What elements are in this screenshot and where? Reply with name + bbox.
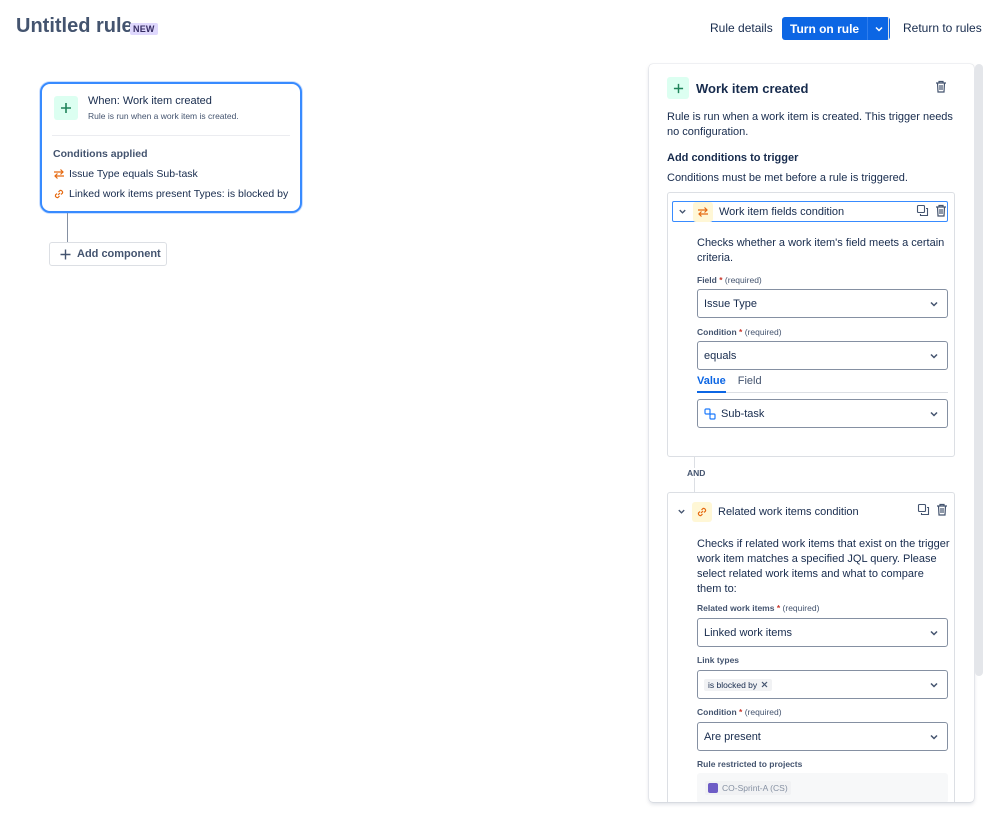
chevron-down-icon (930, 630, 938, 636)
tab-value[interactable]: Value (697, 375, 726, 393)
plus-icon (60, 249, 71, 259)
config-panel: Work item created Rule is run when a wor… (649, 64, 974, 802)
flow-connector (67, 213, 68, 243)
value-select[interactable]: Sub-task (697, 399, 948, 428)
panel-scrollbar[interactable] (975, 64, 983, 676)
copy-icon[interactable] (916, 204, 929, 217)
condition-summary-text: Linked work items present Types: is bloc… (69, 188, 289, 200)
link-types-label: Link types (697, 655, 740, 665)
chevron-down-icon (930, 682, 938, 688)
condition-actions (916, 204, 947, 217)
return-to-rules-button[interactable]: Return to rules (899, 16, 986, 40)
chevron-down-icon (930, 301, 938, 307)
subtask-icon (704, 407, 716, 420)
project-chip: CO-Sprint-A (CS) (705, 781, 791, 795)
condition-select[interactable]: equals (697, 341, 948, 370)
link-types-select[interactable]: is blocked by (697, 670, 948, 699)
value-field-tabs: Value Field (697, 375, 948, 393)
related-select-value: Linked work items (704, 626, 793, 639)
tab-field[interactable]: Field (738, 375, 762, 393)
related-work-items-select[interactable]: Linked work items (697, 618, 948, 647)
add-component-button[interactable]: Add component (49, 242, 167, 266)
field-select[interactable]: Issue Type (697, 289, 948, 318)
condition-summary-text: Issue Type equals Sub-task (69, 168, 198, 180)
condition-select-value: Are present (704, 730, 761, 743)
link-icon (692, 501, 712, 522)
swap-arrows-icon (54, 169, 64, 179)
restricted-projects-field: CO-Sprint-A (CS) (697, 773, 948, 802)
condition-title: Related work items condition (718, 505, 859, 518)
rule-details-button[interactable]: Rule details (706, 16, 777, 40)
chevron-down-icon[interactable] (673, 207, 691, 216)
condition-title: Work item fields condition (719, 205, 845, 218)
project-avatar (708, 783, 718, 793)
condition-label: Condition * (required) (697, 707, 782, 717)
condition-description: Checks if related work items that exist … (697, 538, 950, 595)
turn-on-options-button[interactable] (867, 17, 891, 40)
field-select-value: Issue Type (704, 297, 757, 310)
divider (52, 135, 290, 136)
trigger-plus-icon (667, 77, 689, 99)
condition-header[interactable]: Work item fields condition (672, 201, 948, 222)
condition-actions (917, 503, 948, 516)
field-label: Field * (required) (697, 275, 762, 285)
header: Untitled rule NEW Rule details Turn on r… (0, 0, 999, 58)
turn-on-rule-group: Turn on rule (782, 17, 891, 40)
trash-icon[interactable] (935, 204, 947, 217)
trash-icon[interactable] (936, 503, 948, 516)
header-divider (888, 17, 889, 40)
chevron-down-icon (930, 411, 938, 417)
work-item-fields-condition: Work item fields condition Checks whethe… (667, 192, 955, 457)
swap-arrows-icon (693, 201, 713, 222)
condition-description: Checks whether a work item's field meets… (697, 237, 945, 264)
restricted-projects-label: Rule restricted to projects (697, 759, 803, 769)
remove-icon[interactable] (761, 681, 768, 688)
related-work-items-condition: Related work items condition Checks if r… (667, 492, 955, 802)
add-component-label: Add component (77, 248, 161, 260)
condition-select[interactable]: Are present (697, 722, 948, 751)
page-title: Untitled rule (16, 15, 133, 37)
new-badge: NEW (130, 23, 158, 35)
condition-summary-item[interactable]: Issue Type equals Sub-task (53, 168, 198, 180)
chevron-down-icon (930, 353, 938, 359)
condition-header[interactable]: Related work items condition (672, 501, 948, 522)
trash-icon[interactable] (935, 80, 947, 98)
conditions-heading: Conditions applied (53, 148, 148, 160)
trigger-plus-icon (54, 96, 78, 120)
trigger-title: When: Work item created (88, 95, 212, 107)
condition-label: Condition * (required) (697, 327, 782, 337)
add-conditions-heading: Add conditions to trigger (667, 152, 799, 164)
chevron-down-icon[interactable] (672, 507, 690, 516)
value-select-value: Sub-task (721, 407, 765, 420)
link-type-chip: is blocked by (704, 678, 773, 691)
panel-title: Work item created (696, 81, 809, 96)
conditions-hint: Conditions must be met before a rule is … (667, 172, 908, 184)
condition-summary-item[interactable]: Linked work items present Types: is bloc… (53, 188, 288, 200)
chevron-down-icon (875, 26, 883, 32)
condition-select-value: equals (704, 349, 737, 362)
trigger-subtitle: Rule is run when a work item is created. (88, 111, 239, 121)
related-work-items-label: Related work items * (required) (697, 603, 820, 613)
and-label: AND (686, 468, 707, 478)
turn-on-rule-button[interactable]: Turn on rule (782, 17, 868, 40)
copy-icon[interactable] (917, 503, 930, 516)
panel-description: Rule is run when a work item is created.… (667, 111, 953, 138)
trigger-card[interactable]: When: Work item created Rule is run when… (40, 82, 302, 213)
chevron-down-icon (930, 734, 938, 740)
link-icon (54, 189, 64, 199)
